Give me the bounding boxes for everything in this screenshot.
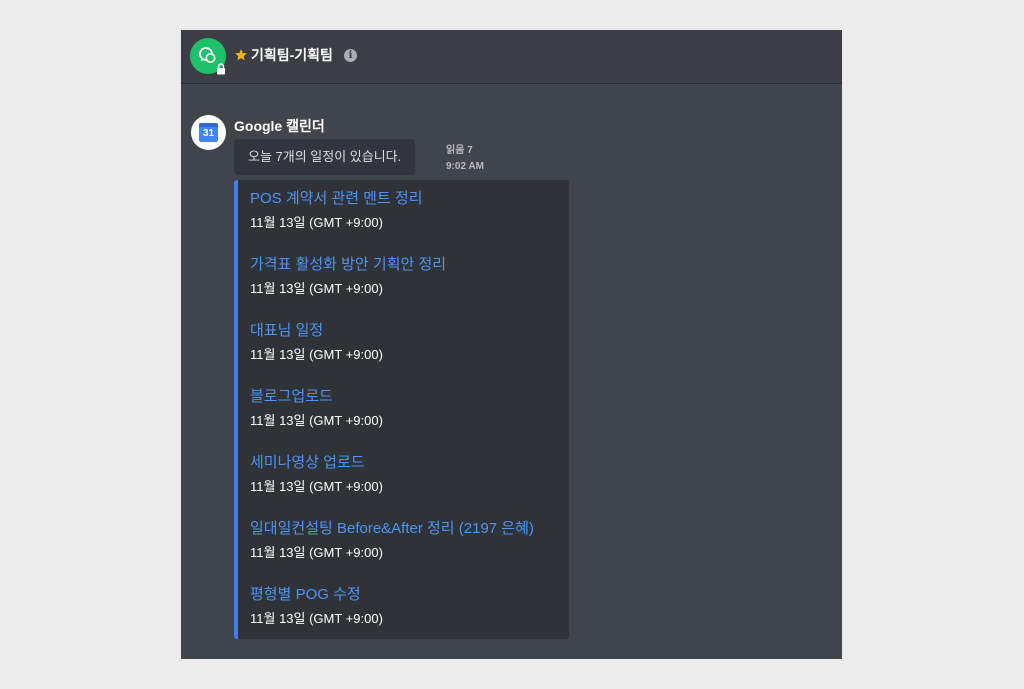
event-item: 대표님 일정 11월 13일 (GMT +9:00) xyxy=(250,321,570,363)
event-title[interactable]: POS 계약서 관련 멘트 정리 xyxy=(250,189,570,209)
channel-title: 기획팀-기획팀 xyxy=(251,47,333,63)
event-title[interactable]: 평형별 POG 수정 xyxy=(250,585,570,605)
event-item: POS 계약서 관련 멘트 정리 11월 13일 (GMT +9:00) xyxy=(250,189,570,231)
channel-header: 기획팀-기획팀 i xyxy=(181,30,842,84)
google-calendar-icon: 31 xyxy=(199,123,218,142)
message-meta: 읽음 7 9:02 AM xyxy=(446,143,484,175)
message-time: 9:02 AM xyxy=(446,161,484,172)
event-item: 가격표 활성화 방안 기획안 정리 11월 13일 (GMT +9:00) xyxy=(250,255,570,297)
event-date: 11월 13일 (GMT +9:00) xyxy=(250,479,383,494)
event-title[interactable]: 일대일컨설팅 Before&After 정리 (2197 은혜) xyxy=(250,519,570,539)
event-date: 11월 13일 (GMT +9:00) xyxy=(250,347,383,362)
event-title[interactable]: 가격표 활성화 방안 기획안 정리 xyxy=(250,255,570,275)
event-item: 블로그업로드 11월 13일 (GMT +9:00) xyxy=(250,387,570,429)
calendar-icon-number: 31 xyxy=(202,128,215,139)
sender-avatar[interactable]: 31 xyxy=(191,115,226,150)
event-item: 평형별 POG 수정 11월 13일 (GMT +9:00) xyxy=(250,585,570,627)
event-title[interactable]: 대표님 일정 xyxy=(250,321,570,341)
event-date: 11월 13일 (GMT +9:00) xyxy=(250,281,383,296)
event-date: 11월 13일 (GMT +9:00) xyxy=(250,413,383,428)
star-icon[interactable] xyxy=(234,48,248,62)
message-bubble: 오늘 7개의 일정이 있습니다. xyxy=(234,139,416,175)
chat-window: 기획팀-기획팀 i 31 Google 캘린더 오늘 7개의 일정이 있습니다.… xyxy=(181,30,842,659)
event-date: 11월 13일 (GMT +9:00) xyxy=(250,545,383,560)
event-title[interactable]: 세미나영상 업로드 xyxy=(250,453,570,473)
event-date: 11월 13일 (GMT +9:00) xyxy=(250,215,383,230)
event-list-card: POS 계약서 관련 멘트 정리 11월 13일 (GMT +9:00) 가격표… xyxy=(234,180,569,639)
event-item: 세미나영상 업로드 11월 13일 (GMT +9:00) xyxy=(250,453,570,495)
event-title[interactable]: 블로그업로드 xyxy=(250,387,570,407)
chat-bubbles-icon xyxy=(199,47,216,63)
event-item: 일대일컨설팅 Before&After 정리 (2197 은혜) 11월 13일… xyxy=(250,519,570,561)
event-date: 11월 13일 (GMT +9:00) xyxy=(250,611,383,626)
lock-icon xyxy=(217,63,225,75)
read-count[interactable]: 읽음 7 xyxy=(446,143,484,159)
sender-name[interactable]: Google 캘린더 xyxy=(234,117,325,135)
info-icon[interactable]: i xyxy=(344,49,357,62)
